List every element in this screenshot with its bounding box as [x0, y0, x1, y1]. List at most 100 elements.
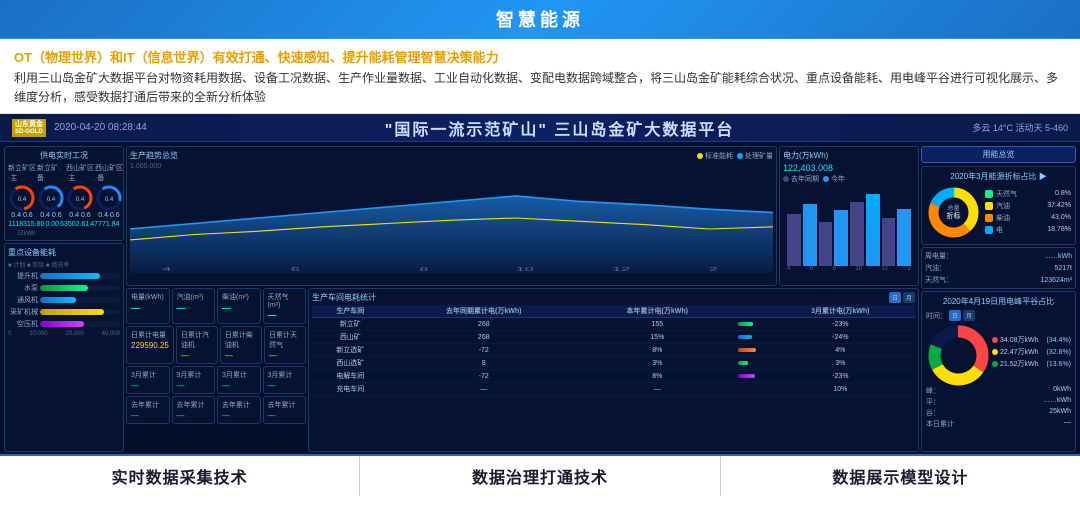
- donut-legend: 天然气 0.8% 汽油 37.42% 柴油 43.0%: [985, 189, 1071, 237]
- section-label: 用能总览: [921, 146, 1076, 163]
- pie-dot-peak: [992, 337, 998, 343]
- stat-gas-label: 天然气：: [925, 275, 953, 285]
- svg-text:折标: 折标: [947, 211, 961, 220]
- td-curr: 8%: [579, 370, 736, 383]
- td-prev: —: [389, 383, 579, 396]
- toggle-day[interactable]: 日: [889, 292, 901, 303]
- donut-color-petrol: [985, 202, 993, 210]
- ytd-elec-display: 去年累计 —: [126, 396, 170, 424]
- gauge-item-3: 西山矿区·主 0.4 0.4 0.6: [66, 163, 94, 219]
- gauge-circle-2: 0.4: [37, 184, 65, 212]
- td-month: -23%: [766, 370, 915, 383]
- elec-display: 电量(kWh) —: [126, 288, 170, 324]
- ytd-diesel-display: 去年累计 —: [217, 396, 261, 424]
- donut-text-diesel: 柴油: [996, 213, 1010, 223]
- bar-fill-1: [40, 273, 100, 279]
- daily-gas-value: —: [269, 351, 301, 360]
- axis-3: 40,000: [102, 331, 120, 337]
- gauge-item-4: 西山矿区·备 0.4 0.4 0.6: [95, 163, 123, 219]
- donut-chart: 总量 折标: [926, 185, 981, 240]
- gauge-label-2: 新立矿·备: [37, 163, 65, 183]
- legend-dot-ore: [737, 153, 743, 159]
- electricity-label: 电力(万kWh): [783, 150, 828, 161]
- stat-gas-value: 123624m³: [1040, 277, 1072, 284]
- donut-text-gas: 天然气: [996, 189, 1017, 199]
- gauge-value-2: 0.4 0.6: [40, 212, 61, 219]
- gauge-label-3: 西山矿区·主: [66, 163, 94, 183]
- bar-item-1: 提升机: [8, 271, 120, 281]
- elec-bar-7: [882, 218, 896, 266]
- legend-curr-label: 今年: [831, 174, 845, 184]
- bar-track-4: [40, 309, 120, 315]
- legend-dot-standard: [697, 153, 703, 159]
- svg-text:0.4: 0.4: [47, 197, 56, 203]
- month-gas-display: 3月累计 —: [263, 366, 307, 394]
- td-month: 4%: [766, 344, 915, 357]
- mine-table-label: 生产车间电耗统计: [312, 292, 376, 303]
- pie-row: 34.08万kWh (34.4%) 22.47万kWh (32.6%) 21.5…: [926, 323, 1071, 383]
- stats-row: 周电量： ……kWh 汽油： 5217t 天然气： 123624m³: [921, 247, 1076, 289]
- pie-bottom-stats: 峰： 0kWh 平： ……kWh 谷： 25kWh 本日累计 —: [926, 386, 1071, 429]
- peak-chart-panel: 2020年4月19日用电峰平谷占比 时间： 日 月: [921, 291, 1076, 452]
- elec-bar-6: [866, 194, 880, 266]
- peak-toggle-row: 时间： 日 月: [926, 310, 1071, 321]
- peak-toggle-month[interactable]: 月: [963, 310, 975, 321]
- ytd-diesel-label: 去年累计: [222, 400, 256, 410]
- peak-toggle-day[interactable]: 日: [949, 310, 961, 321]
- elec-label: 电量(kWh): [131, 292, 165, 302]
- dashboard-content: 供电实时工况 新立矿区·主 0.4 0.4 0.6 新立矿·: [0, 142, 1080, 454]
- bar-item-5: 空压机: [8, 319, 120, 329]
- daily-gas-display: 日累计天然气 —: [264, 326, 306, 364]
- ytd-gas-value: —: [268, 411, 302, 420]
- daily-petrol-label: 日累计汽油机: [181, 330, 213, 350]
- ytd-gas-label: 去年累计: [268, 400, 302, 410]
- footer-label-1: 实时数据采集技术: [112, 464, 248, 488]
- svg-text:总量: 总量: [947, 204, 959, 212]
- toggle-month[interactable]: 月: [903, 292, 915, 303]
- bar-fill-3: [40, 297, 76, 303]
- pbs-today: 本日累计 —: [926, 419, 1071, 429]
- bar-label-5: 空压机: [8, 319, 38, 329]
- month-petrol-label: 3月累计: [177, 370, 211, 380]
- svg-text:4: 4: [162, 266, 171, 272]
- td-month: -24%: [766, 331, 915, 344]
- pbs-peak-value: 0kWh: [1053, 386, 1071, 396]
- svg-text:0.4: 0.4: [105, 197, 114, 203]
- page-footer: 实时数据采集技术 数据治理打通技术 数据展示模型设计: [0, 454, 1080, 496]
- month-diesel-display: 3月累计 —: [217, 366, 261, 394]
- gauge-item-2: 新立矿·备 0.4 0.4 0.6: [37, 163, 65, 219]
- td-prev: 268: [389, 318, 579, 331]
- legend-dot-curr: [823, 176, 829, 182]
- pie-dot-flat: [992, 349, 998, 355]
- right-panel: 用能总览 2020年3月能源折标占比 ▶: [921, 146, 1076, 452]
- pie-valley-label: 21.52万kWh: [1000, 359, 1039, 369]
- ytd-gas-display: 去年累计 —: [263, 396, 307, 424]
- table-toggle: 日 月: [889, 292, 915, 303]
- stat-gas: 天然气： 123624m³: [925, 275, 1072, 285]
- td-curr: 155: [579, 318, 736, 331]
- diesel-label: 柴油(m³): [222, 292, 256, 302]
- elec-value: —: [131, 303, 165, 313]
- ytd-petrol-value: —: [177, 411, 211, 420]
- elec-x-5: 12: [881, 266, 888, 272]
- donut-color-gas: [985, 190, 993, 198]
- bar-item-2: 水泵: [8, 283, 120, 293]
- energy-row-labels: 电量(kWh) — 汽油(m³) — 柴油(m³) — 天然气(m³): [126, 288, 306, 324]
- gauges-row: 新立矿区·主 0.4 0.4 0.6 新立矿·备: [8, 163, 120, 219]
- description-area: OT（物理世界）和IT（信息世界）有效打通、快速感知、提升能耗管理智慧决策能力 …: [0, 39, 1080, 114]
- legend-label-standard: 标准能耗: [705, 151, 733, 161]
- legend-prev-year: 去年同期: [783, 174, 819, 184]
- th-prev: 去年同期累计电(万kWh): [389, 305, 579, 318]
- axis-1: 10,000: [29, 331, 47, 337]
- pie-peak: 34.08万kWh (34.4%): [992, 335, 1071, 345]
- gauge-item-1: 新立矿区·主 0.4 0.4 0.6: [8, 163, 36, 219]
- peak-chart-title: 2020年4月19日用电峰平谷占比: [926, 296, 1071, 307]
- pie-valley: 21.52万kWh (13.6%): [992, 359, 1071, 369]
- gauge-label-4: 西山矿区·备: [95, 163, 123, 183]
- month-diesel-label: 3月累计: [222, 370, 256, 380]
- daily-elec-label: 日累计电量: [131, 330, 169, 340]
- pie-labels: 34.08万kWh (34.4%) 22.47万kWh (32.6%) 21.5…: [992, 335, 1071, 371]
- ytd-elec-value: —: [131, 411, 165, 420]
- dashboard-main-title: "国际一流示范矿山" 三山岛金矿大数据平台: [147, 116, 973, 140]
- td-prev: -72: [389, 370, 579, 383]
